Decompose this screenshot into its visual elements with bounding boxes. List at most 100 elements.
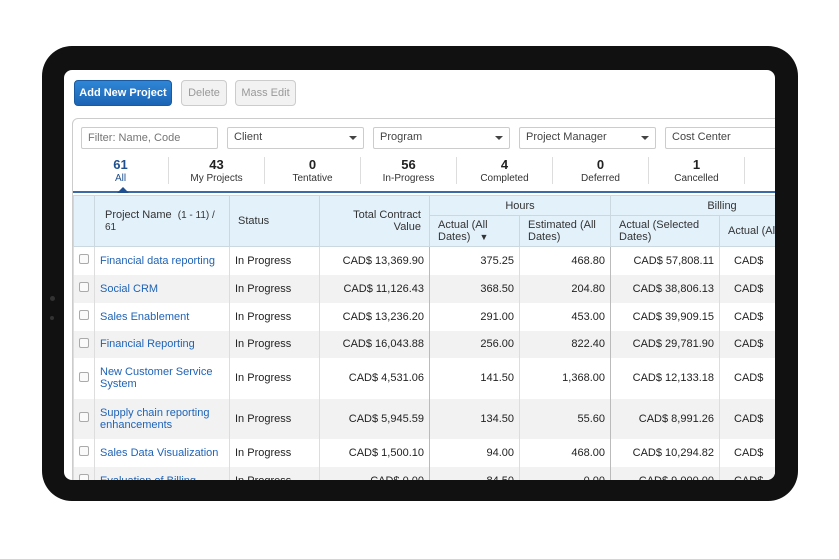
name-filter-input[interactable] [81,127,218,149]
project-name-header[interactable]: Project Name (1 - 11) / 61 [94,195,230,247]
billing-actual-selected-cell: CAD$ 10,294.82 [610,438,720,467]
row-checkbox[interactable] [79,310,89,320]
hours-estimated-cell: 468.00 [519,438,611,467]
client-select[interactable]: Client [227,127,364,149]
billing-actual-selected-header[interactable]: Actual (Selected Dates) [610,215,720,247]
select-all-header [73,195,95,247]
project-name-link[interactable]: New Customer Service System [100,366,212,390]
hours-estimated-cell: 1,368.00 [519,357,611,399]
total-contract-value-cell: CAD$ 1,500.10 [319,438,430,467]
mass-edit-button[interactable]: Mass Edit [235,80,296,106]
row-checkbox[interactable] [79,282,89,292]
project-name-link[interactable]: Financial data reporting [100,255,215,267]
total-contract-value-cell: CAD$ 16,043.88 [319,330,430,358]
project-manager-select[interactable]: Project Manager [519,127,656,149]
hours-estimated-header[interactable]: Estimated (All Dates) [519,215,611,247]
sensor-dot [50,316,54,320]
hours-actual-cell: 375.25 [429,246,520,275]
billing-actual-all-cell: CAD$ [718,466,775,480]
hours-estimated-cell: 204.80 [519,274,611,303]
tab-count: 43 [209,157,224,172]
projects-table: Project Name (1 - 11) / 61 Status Total … [73,195,775,480]
table-row: New Customer Service System In Progress … [73,357,775,399]
project-name-link[interactable]: Social CRM [100,283,158,295]
tab-my-projects[interactable]: 43 My Projects [169,157,265,184]
table-row: Evaluation of Billing In Progress CAD$ 0… [73,466,775,481]
project-name-link[interactable]: Supply chain reporting enhancements [100,407,209,431]
table-row: Financial Reporting In Progress CAD$ 16,… [73,330,775,358]
total-contract-value-cell: CAD$ 11,126.43 [319,274,430,303]
chevron-down-icon [641,136,649,144]
billing-actual-all-cell: CAD$ [718,246,775,275]
project-name-link[interactable]: Sales Enablement [100,311,189,323]
add-new-project-button[interactable]: Add New Project [74,80,172,106]
billing-actual-selected-cell: CAD$ 57,808.11 [610,246,720,275]
row-checkbox-cell [73,330,95,358]
camera-dot [50,296,55,301]
project-manager-select-label: Project Manager [526,131,607,143]
hours-estimated-cell: 0.00 [519,466,611,480]
tab-tentative[interactable]: 0 Tentative [265,157,361,184]
status-cell: In Progress [229,246,320,275]
tab-in-progress[interactable]: 56 In-Progress [361,157,457,184]
tab-count: 4 [500,157,509,172]
row-checkbox[interactable] [79,371,89,382]
tab-cancelled[interactable]: 1 Cancelled [649,157,745,184]
row-checkbox[interactable] [79,474,89,480]
project-name-link[interactable]: Financial Reporting [100,338,195,350]
hours-actual-cell: 84.50 [429,466,520,480]
tab-label: All [114,173,127,184]
row-checkbox[interactable] [79,254,89,265]
hours-estimated-cell: 55.60 [519,398,611,439]
billing-group-header: Billing [609,195,775,216]
billing-actual-all-cell: CAD$ [718,398,775,439]
status-cell: In Progress [229,302,320,331]
tab-deferred[interactable]: 0 Deferred [553,157,649,184]
cost-center-select-label: Cost Center [672,131,731,143]
project-name-link[interactable]: Sales Data Visualization [100,447,218,459]
tab-completed[interactable]: 4 Completed [457,157,553,184]
screen: Add New Project Delete Mass Edit Client … [64,70,775,480]
billing-actual-all-cell: CAD$ [718,274,775,303]
program-select-label: Program [380,131,423,143]
row-checkbox-cell [73,438,95,467]
sort-desc-icon[interactable]: ▼ [479,232,488,242]
status-cell: In Progress [229,438,320,467]
row-checkbox[interactable] [79,337,89,348]
billing-actual-all-header[interactable]: Actual (All [718,215,775,247]
row-checkbox-cell [73,357,95,399]
table-row: Social CRM In Progress CAD$ 11,126.43 36… [73,274,775,303]
hours-actual-cell: 368.50 [429,274,520,303]
cost-center-select[interactable]: Cost Center [665,127,775,149]
hours-actual-cell: 94.00 [429,438,520,467]
tab-count: 0 [596,157,605,172]
project-name-link[interactable]: Evaluation of Billing [100,475,196,481]
hours-actual-cell: 134.50 [429,398,520,439]
project-list-panel: Client Program Project Manager Cost Cent… [72,118,775,480]
delete-button[interactable]: Delete [181,80,227,106]
total-contract-value-cell: CAD$ 4,531.06 [319,357,430,399]
program-select[interactable]: Program [373,127,510,149]
row-checkbox-cell [73,398,95,439]
total-contract-value-header[interactable]: Total Contract Value [319,195,430,247]
hours-actual-header[interactable]: Actual (All Dates) ▼ [429,215,520,247]
total-contract-value-cell: CAD$ 13,369.90 [319,246,430,275]
tab-label: In-Progress [382,173,435,184]
row-checkbox[interactable] [79,412,89,422]
status-cell: In Progress [229,330,320,358]
tab-count: 0 [308,157,317,172]
hours-actual-cell: 256.00 [429,330,520,358]
status-tabs: 61 All 43 My Projects 0 Tentative 56 In-Prog… [73,157,775,193]
status-header[interactable]: Status [229,195,320,247]
billing-actual-selected-cell: CAD$ 12,133.18 [610,357,720,399]
status-cell: In Progress [229,357,320,399]
tab-label: Completed [480,173,529,184]
billing-actual-selected-cell: CAD$ 39,909.15 [610,302,720,331]
billing-actual-all-cell: CAD$ [718,330,775,358]
tab-label: Cancelled [674,173,719,184]
tab-all[interactable]: 61 All [73,157,169,193]
project-name-header-label: Project Name [105,209,172,221]
tab-label: Tentative [292,173,333,184]
row-checkbox[interactable] [79,446,89,456]
hours-estimated-cell: 453.00 [519,302,611,331]
